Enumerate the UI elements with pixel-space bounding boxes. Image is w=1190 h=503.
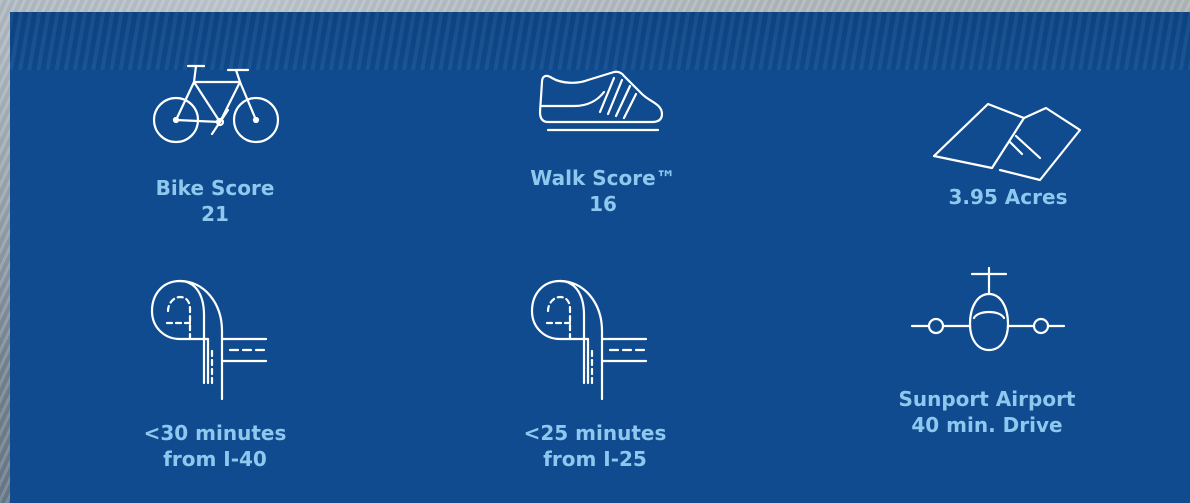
highway-interchange-icon (530, 279, 648, 401)
panel-top-strip (10, 12, 1190, 70)
bike-score-label: Bike Score 21 (155, 176, 275, 226)
airport-label: Sunport Airport 40 min. Drive (898, 387, 1076, 437)
bicycle-icon (150, 64, 282, 146)
i40-label: <30 minutes from I-40 (143, 421, 287, 471)
i25-label: <25 minutes from I-25 (523, 421, 667, 471)
highway-interchange-icon (150, 279, 268, 401)
features-panel: Bike Score 21 Walk Score™ 16 3.95 Acres (10, 12, 1190, 503)
acres-label: 3.95 Acres (948, 185, 1068, 209)
shoe-icon (538, 70, 666, 134)
land-parcel-icon (930, 96, 1082, 184)
walk-score-label: Walk Score™ 16 (530, 166, 676, 216)
airplane-icon (910, 266, 1066, 352)
